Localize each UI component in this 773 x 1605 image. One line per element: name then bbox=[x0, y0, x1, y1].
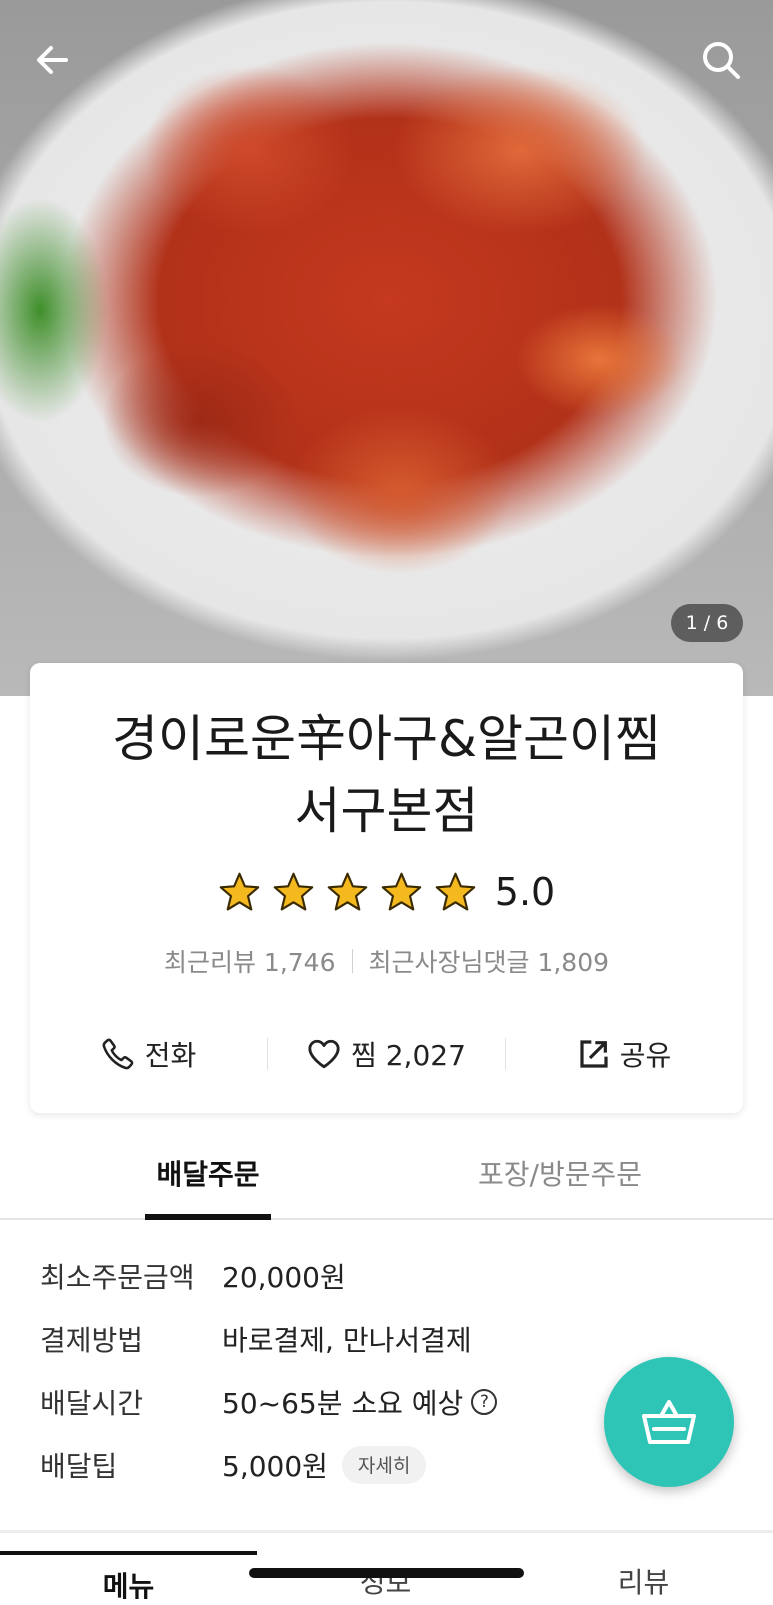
tab-pickup-order[interactable]: 포장/방문주문 bbox=[470, 1128, 650, 1218]
share-button[interactable]: 공유 bbox=[506, 1026, 743, 1082]
recent-review-count[interactable]: 최근리뷰 1,746 bbox=[164, 943, 336, 979]
delivery-tip-label: 배달팁 bbox=[40, 1449, 118, 1483]
help-icon[interactable]: ? bbox=[471, 1388, 498, 1415]
store-name: 경이로운辛아구&알곤이찜 서구본점 bbox=[30, 703, 743, 847]
arrow-left-icon bbox=[37, 46, 68, 74]
delivery-tip-value-wrap: 5,000원 자세히 bbox=[222, 1445, 427, 1485]
tip-detail-button[interactable]: 자세히 bbox=[341, 1445, 427, 1484]
search-button[interactable] bbox=[693, 32, 749, 88]
rating-value: 5.0 bbox=[494, 870, 556, 914]
store-name-line2: 서구본점 bbox=[294, 782, 479, 840]
call-button[interactable]: 전화 bbox=[30, 1026, 267, 1082]
favorite-button[interactable]: 찜 2,027 bbox=[268, 1026, 505, 1082]
share-label: 공유 bbox=[619, 1039, 672, 1072]
delivery-tip-value: 5,000원 bbox=[222, 1449, 328, 1483]
favorite-label: 찜 2,027 bbox=[351, 1039, 466, 1072]
rating-row: 5.0 bbox=[0, 870, 773, 914]
store-name-line1: 경이로운辛아구&알곤이찜 bbox=[112, 710, 661, 768]
image-counter: 1 / 6 bbox=[671, 604, 743, 642]
search-icon bbox=[703, 42, 740, 79]
payment-label: 결제방법 bbox=[40, 1323, 144, 1357]
delivery-time-value: 50~65분 소요 예상 bbox=[222, 1386, 464, 1420]
delivery-time-label: 배달시간 bbox=[40, 1386, 144, 1420]
store-photo-carousel[interactable]: 1 / 6 bbox=[0, 0, 773, 696]
payment-value: 바로결제, 만나서결제 bbox=[222, 1323, 472, 1357]
home-indicator bbox=[249, 1568, 524, 1578]
review-counts[interactable]: 최근리뷰 1,746 최근사장님댓글 1,809 bbox=[0, 943, 773, 979]
min-order-label: 최소주문금액 bbox=[40, 1260, 195, 1294]
star-icon bbox=[435, 872, 476, 911]
info-row-min-order: 최소주문금액 20,000원 bbox=[40, 1244, 740, 1307]
star-icon bbox=[219, 872, 260, 911]
info-row-payment: 결제방법 바로결제, 만나서결제 bbox=[40, 1307, 740, 1370]
owner-reply-count[interactable]: 최근사장님댓글 1,809 bbox=[369, 943, 610, 979]
heart-icon bbox=[308, 1039, 340, 1069]
delivery-time-value-wrap: 50~65분 소요 예상 ? bbox=[222, 1382, 498, 1422]
divider bbox=[351, 949, 353, 973]
tab-menu[interactable]: 메뉴 bbox=[0, 1551, 257, 1603]
back-button[interactable] bbox=[24, 32, 80, 88]
cart-button[interactable] bbox=[604, 1357, 734, 1487]
star-rating bbox=[218, 872, 477, 913]
tab-review[interactable]: 리뷰 bbox=[514, 1551, 773, 1599]
star-icon bbox=[273, 872, 314, 911]
min-order-value: 20,000원 bbox=[222, 1260, 346, 1294]
basket-icon bbox=[642, 1400, 696, 1444]
share-icon bbox=[580, 1040, 608, 1068]
store-actions: 전화 찜 2,027 공유 bbox=[30, 1026, 743, 1082]
star-icon bbox=[327, 872, 368, 911]
section-divider bbox=[0, 1530, 773, 1533]
phone-icon bbox=[102, 1038, 134, 1070]
tab-delivery-order[interactable]: 배달주문 bbox=[145, 1128, 271, 1220]
star-icon bbox=[381, 872, 422, 911]
call-label: 전화 bbox=[144, 1039, 197, 1072]
order-type-tabs: 배달주문 포장/방문주문 bbox=[0, 1128, 773, 1220]
